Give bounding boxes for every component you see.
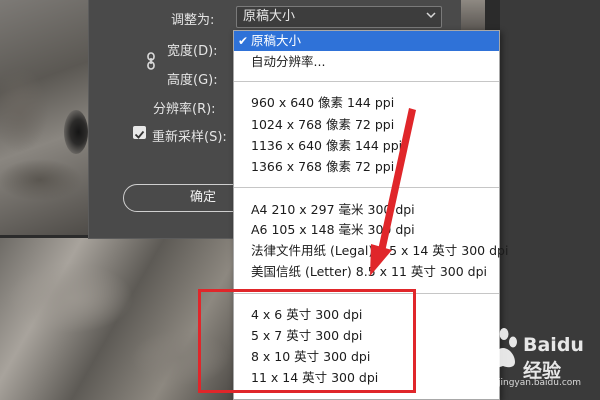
resample-checkbox[interactable]	[133, 126, 146, 139]
menu-item-label: 1024 x 768 像素 72 ppi	[251, 117, 395, 132]
baidu-watermark: Baidu经验 jingyan.baidu.com	[478, 320, 600, 400]
height-label: 高度(G):	[167, 73, 218, 88]
menu-item-auto-resolution[interactable]: 自动分辨率...	[234, 52, 499, 72]
annotation-highlight-box	[198, 289, 416, 393]
menu-item-letter[interactable]: 美国信纸 (Letter) 8.5 x 11 英寸 300 dpi	[234, 262, 499, 282]
menu-separator	[234, 187, 499, 188]
menu-item-label: A4 210 x 297 毫米 300 dpi	[251, 202, 415, 217]
menu-item-original-size[interactable]: ✔ 原稿大小	[234, 31, 499, 51]
menu-item-1024x768[interactable]: 1024 x 768 像素 72 ppi	[234, 115, 499, 135]
width-label: 宽度(D):	[167, 44, 218, 59]
menu-item-label: 960 x 640 像素 144 ppi	[251, 95, 395, 110]
paw-icon	[483, 328, 517, 368]
menu-item-label: 自动分辨率...	[251, 54, 326, 69]
menu-item-label: 1136 x 640 像素 144 ppi	[251, 138, 403, 153]
menu-item-label: 法律文件用纸 (Legal) 8.5 x 14 英寸 300 dpi	[251, 243, 509, 258]
menu-item-label: 1366 x 768 像素 72 ppi	[251, 159, 395, 174]
menu-item-label: 美国信纸 (Letter) 8.5 x 11 英寸 300 dpi	[251, 264, 488, 279]
preset-label: 调整为:	[171, 13, 215, 28]
chevron-down-icon	[426, 12, 436, 19]
resample-label: 重新采样(S):	[152, 130, 227, 145]
koala-eye	[64, 110, 88, 154]
menu-item-1136x640[interactable]: 1136 x 640 像素 144 ppi	[234, 136, 499, 156]
link-chain-icon[interactable]	[145, 52, 157, 70]
preset-select[interactable]: 原稿大小	[236, 6, 442, 28]
menu-item-legal[interactable]: 法律文件用纸 (Legal) 8.5 x 14 英寸 300 dpi	[234, 241, 508, 261]
checkmark-icon	[134, 130, 145, 139]
menu-item-960x640[interactable]: 960 x 640 像素 144 ppi	[234, 93, 499, 113]
resolution-label: 分辨率(R):	[153, 102, 216, 117]
koala-photo-left	[0, 0, 88, 235]
menu-item-1366x768[interactable]: 1366 x 768 像素 72 ppi	[234, 157, 499, 177]
preset-select-value: 原稿大小	[243, 9, 296, 24]
watermark-url: jingyan.baidu.com	[498, 378, 582, 388]
checkmark-icon: ✔	[238, 34, 249, 48]
menu-separator	[234, 81, 499, 82]
menu-item-label: A6 105 x 148 毫米 300 dpi	[251, 222, 415, 237]
watermark-brand: Baidu经验	[523, 334, 584, 382]
menu-item-label: 原稿大小	[251, 33, 302, 48]
screenshot-stage: 调整为: 原稿大小 宽度(D): 高度(G): 分辨率(R): 重新采样(S):…	[0, 0, 600, 400]
menu-item-a6[interactable]: A6 105 x 148 毫米 300 dpi	[234, 220, 499, 240]
menu-item-a4[interactable]: A4 210 x 297 毫米 300 dpi	[234, 200, 499, 220]
